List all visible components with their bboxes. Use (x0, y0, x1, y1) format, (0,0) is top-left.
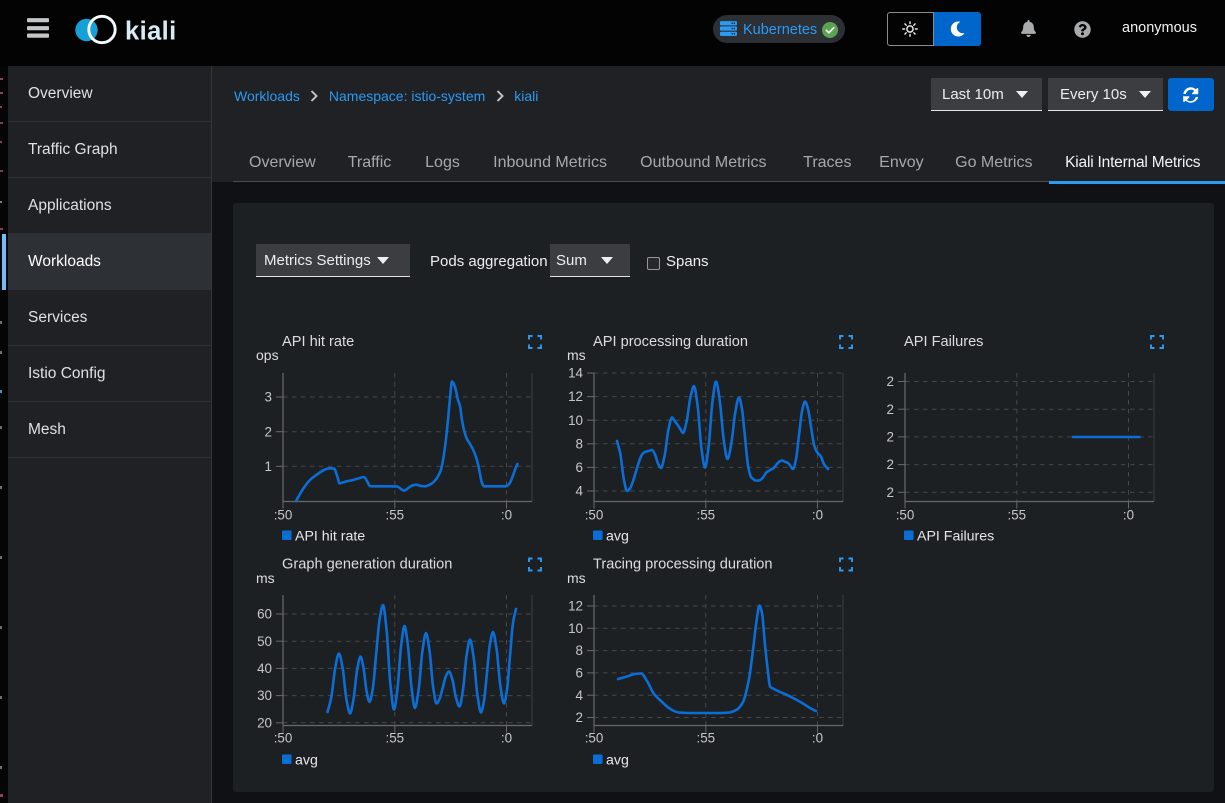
svg-text:8: 8 (576, 436, 583, 451)
svg-text:2: 2 (576, 710, 583, 725)
svg-text:ms: ms (567, 347, 586, 363)
svg-text:2: 2 (887, 485, 894, 500)
svg-text:30: 30 (257, 688, 272, 703)
svg-text:4: 4 (576, 484, 584, 499)
svg-text:API hit rate: API hit rate (282, 334, 354, 350)
svg-text:2: 2 (887, 374, 894, 389)
svg-text:4: 4 (576, 688, 584, 703)
svg-text:avg: avg (606, 529, 629, 545)
svg-text:10: 10 (568, 413, 583, 428)
svg-text::55: :55 (385, 507, 404, 522)
svg-text:ops: ops (256, 347, 279, 363)
svg-text:12: 12 (568, 599, 583, 614)
svg-text:API Failures: API Failures (904, 334, 983, 350)
svg-text:60: 60 (257, 607, 272, 622)
svg-text:2: 2 (887, 457, 894, 472)
svg-text::0: :0 (1123, 507, 1134, 522)
svg-text:kiali: kiali (125, 18, 177, 46)
svg-text::55: :55 (1007, 507, 1026, 522)
svg-text:12: 12 (568, 389, 583, 404)
svg-text::50: :50 (274, 507, 293, 522)
svg-text:3: 3 (265, 390, 272, 405)
svg-text::0: :0 (812, 730, 823, 745)
svg-text:API hit rate: API hit rate (295, 529, 365, 545)
svg-text:1: 1 (265, 459, 272, 474)
svg-text:ms: ms (256, 570, 275, 586)
svg-text::55: :55 (696, 507, 715, 522)
svg-text::0: :0 (812, 507, 823, 522)
svg-text::50: :50 (585, 730, 604, 745)
svg-text::0: :0 (501, 730, 512, 745)
svg-text:2: 2 (887, 430, 894, 445)
svg-text:6: 6 (576, 666, 583, 681)
svg-text:Tracing processing duration: Tracing processing duration (593, 557, 773, 573)
svg-text:6: 6 (576, 460, 583, 475)
svg-text::50: :50 (585, 507, 604, 522)
svg-text:API Failures: API Failures (917, 529, 994, 545)
svg-text::50: :50 (274, 730, 293, 745)
svg-text:50: 50 (257, 634, 272, 649)
svg-text:2: 2 (265, 424, 272, 439)
svg-text:40: 40 (257, 661, 272, 676)
svg-text:API processing duration: API processing duration (593, 334, 748, 350)
svg-text:avg: avg (606, 753, 629, 769)
svg-text::55: :55 (696, 730, 715, 745)
svg-text::0: :0 (501, 507, 512, 522)
svg-text:8: 8 (576, 643, 583, 658)
svg-text:avg: avg (295, 753, 318, 769)
svg-text:20: 20 (257, 715, 272, 730)
svg-text:10: 10 (568, 621, 583, 636)
svg-text:2: 2 (887, 402, 894, 417)
svg-text::55: :55 (385, 730, 404, 745)
svg-text:Graph generation duration: Graph generation duration (282, 557, 452, 573)
svg-text:14: 14 (568, 366, 583, 381)
svg-text::50: :50 (896, 507, 915, 522)
svg-text:ms: ms (567, 570, 586, 586)
